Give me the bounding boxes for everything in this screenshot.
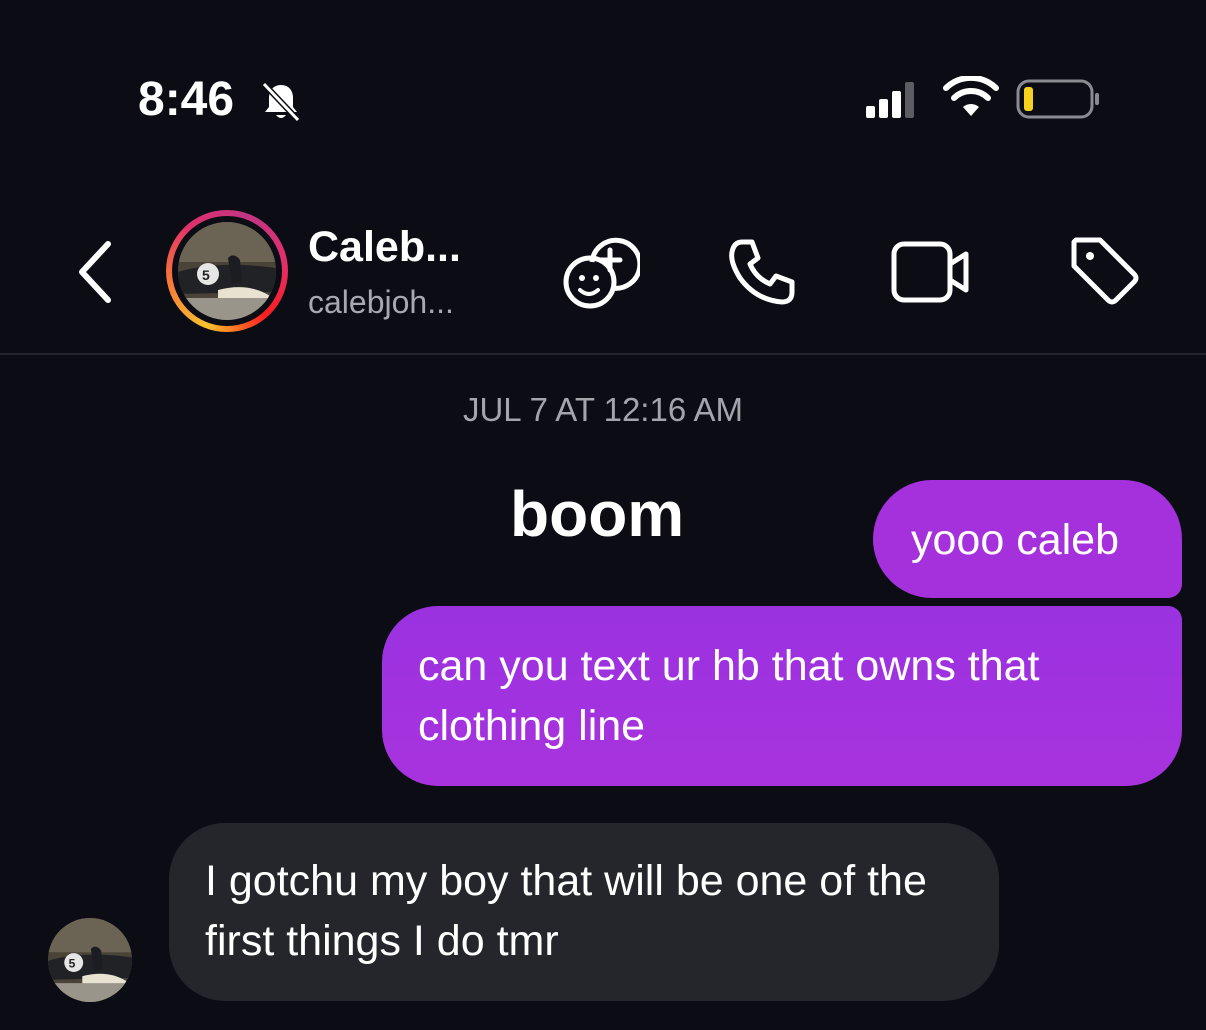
battery-icon	[1016, 79, 1099, 119]
effects-icon[interactable]	[560, 232, 640, 312]
header-avatar[interactable]: 5	[166, 210, 288, 332]
sender-avatar[interactable]: 5	[48, 918, 132, 1002]
svg-text:5: 5	[69, 957, 76, 971]
incoming-message-bubble[interactable]: I gotchu my boy that will be one of the …	[169, 823, 999, 1001]
avatar-photo-art: 5	[178, 222, 276, 320]
status-time: 8:46	[138, 73, 235, 126]
wifi-icon	[943, 76, 999, 116]
outgoing-message-bubble[interactable]: can you text ur hb that owns that clothi…	[382, 606, 1182, 786]
sender-avatar-art: 5	[48, 918, 132, 1002]
contact-name[interactable]: Caleb...	[308, 222, 461, 272]
header-divider	[0, 353, 1206, 355]
phone-icon[interactable]	[722, 232, 802, 312]
message-timestamp: JUL 7 AT 12:16 AM	[462, 391, 744, 428]
video-camera-icon[interactable]	[888, 234, 972, 310]
outgoing-message-bubble[interactable]: yooo caleb	[873, 480, 1182, 598]
contact-username[interactable]: calebjoh...	[308, 282, 454, 322]
svg-text:5: 5	[202, 267, 210, 283]
tag-icon[interactable]	[1064, 230, 1144, 310]
bell-slash-icon	[261, 81, 301, 123]
large-text-message[interactable]: boom	[510, 478, 684, 550]
avatar-photo: 5	[178, 222, 276, 320]
cellular-signal-icon	[866, 82, 914, 118]
back-chevron-icon[interactable]	[70, 236, 122, 308]
dm-thread-screen: 8:46 5 Caleb... calebjoh... JUL 7 AT 12:…	[0, 0, 1206, 1030]
